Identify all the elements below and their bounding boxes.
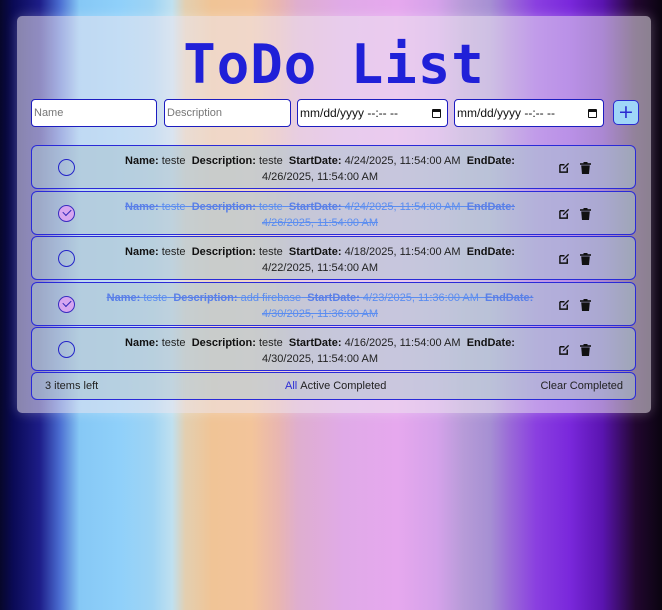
todo-end: 4/26/2025, 11:54:00 AM: [262, 217, 378, 229]
todo-end: 4/26/2025, 11:54:00 AM: [262, 171, 378, 183]
end-date-value: mm/dd/yyyy --:-- --: [457, 106, 555, 120]
edit-icon[interactable]: [559, 162, 570, 173]
end-label: EndDate:: [485, 292, 534, 304]
name-label: Name:: [125, 155, 159, 167]
name-label: Name:: [106, 292, 141, 304]
todo-text: Name: teste Description: add firebase St…: [102, 290, 538, 322]
todo-name: teste: [161, 246, 186, 258]
description-label: Description:: [173, 292, 238, 304]
description-label: Description:: [191, 201, 256, 213]
end-label: EndDate:: [466, 155, 515, 167]
name-label: Name:: [125, 201, 159, 213]
todo-item: Name: teste Description: teste StartDate…: [31, 145, 636, 189]
todo-name: teste: [161, 201, 186, 213]
name-input[interactable]: [34, 100, 154, 126]
todo-start: 4/18/2025, 11:54:00 AM: [344, 246, 461, 258]
todo-start: 4/24/2025, 11:54:00 AM: [344, 155, 461, 167]
todo-start: 4/24/2025, 11:54:00 AM: [344, 201, 461, 213]
todo-name: teste: [161, 337, 186, 349]
start-label: StartDate:: [307, 292, 360, 304]
todo-text: Name: teste Description: teste StartDate…: [102, 153, 538, 185]
todo-footer: 3 items left All Active Completed Clear Co…: [31, 372, 636, 400]
todo-item: Name: teste Description: teste StartDate…: [31, 236, 636, 280]
description-field[interactable]: [164, 99, 291, 127]
complete-toggle[interactable]: [58, 341, 75, 358]
trash-icon[interactable]: [580, 253, 591, 265]
todo-end: 4/22/2025, 11:54:00 AM: [262, 262, 378, 274]
trash-icon[interactable]: [580, 344, 591, 356]
todo-name: teste: [161, 155, 186, 167]
add-todo-button[interactable]: +: [613, 100, 639, 125]
check-icon[interactable]: [58, 296, 75, 313]
complete-toggle[interactable]: [58, 250, 75, 267]
start-date-value: mm/dd/yyyy --:-- --: [300, 106, 398, 120]
description-input[interactable]: [167, 100, 288, 126]
name-label: Name:: [125, 337, 159, 349]
start-label: StartDate:: [288, 337, 342, 349]
complete-toggle[interactable]: [58, 159, 75, 176]
todo-text: Name: teste Description: teste StartDate…: [102, 335, 538, 367]
edit-icon[interactable]: [559, 253, 570, 264]
name-label: Name:: [125, 246, 159, 258]
todo-text: Name: teste Description: teste StartDate…: [102, 244, 538, 276]
trash-icon[interactable]: [580, 208, 591, 220]
todo-start: 4/23/2025, 11:36:00 AM: [362, 292, 479, 304]
end-label: EndDate:: [466, 201, 515, 213]
description-label: Description:: [191, 246, 256, 258]
check-icon[interactable]: [58, 205, 75, 222]
todo-name: teste: [143, 292, 168, 304]
description-label: Description:: [191, 155, 256, 167]
edit-icon[interactable]: [559, 208, 570, 219]
todo-description: add firebase: [240, 292, 302, 304]
start-label: StartDate:: [288, 246, 342, 258]
start-label: StartDate:: [288, 201, 342, 213]
end-label: EndDate:: [466, 246, 515, 258]
end-label: EndDate:: [466, 337, 515, 349]
edit-icon[interactable]: [559, 344, 570, 355]
todo-description: teste: [258, 246, 283, 258]
todo-start: 4/16/2025, 11:54:00 AM: [344, 337, 461, 349]
calendar-icon[interactable]: [432, 108, 441, 118]
clear-completed-button[interactable]: Clear Completed: [540, 380, 623, 392]
filter-completed[interactable]: Completed: [333, 380, 386, 392]
todo-description: teste: [258, 201, 283, 213]
items-left-count: 3 items left: [45, 380, 99, 392]
filter-group: All Active Completed: [285, 380, 389, 392]
todo-end: 4/30/2025, 11:36:00 AM: [262, 308, 378, 320]
todo-description: teste: [258, 337, 283, 349]
todo-item: Name: teste Description: teste StartDate…: [31, 327, 636, 371]
trash-icon[interactable]: [580, 162, 591, 174]
page-title: ToDo List: [183, 33, 485, 96]
calendar-icon[interactable]: [588, 108, 597, 118]
todo-item: Name: teste Description: add firebase St…: [31, 282, 636, 326]
start-date-field[interactable]: mm/dd/yyyy --:-- --: [297, 99, 448, 127]
filter-all[interactable]: All: [285, 380, 297, 392]
start-label: StartDate:: [288, 155, 342, 167]
trash-icon[interactable]: [580, 299, 591, 311]
end-date-field[interactable]: mm/dd/yyyy --:-- --: [454, 99, 604, 127]
description-label: Description:: [191, 337, 256, 349]
name-field[interactable]: [31, 99, 157, 127]
filter-active[interactable]: Active: [300, 380, 330, 392]
edit-icon[interactable]: [559, 299, 570, 310]
todo-description: teste: [258, 155, 283, 167]
todo-end: 4/30/2025, 11:54:00 AM: [262, 353, 378, 365]
todo-item: Name: teste Description: teste StartDate…: [31, 191, 636, 235]
todo-text: Name: teste Description: teste StartDate…: [102, 199, 538, 231]
